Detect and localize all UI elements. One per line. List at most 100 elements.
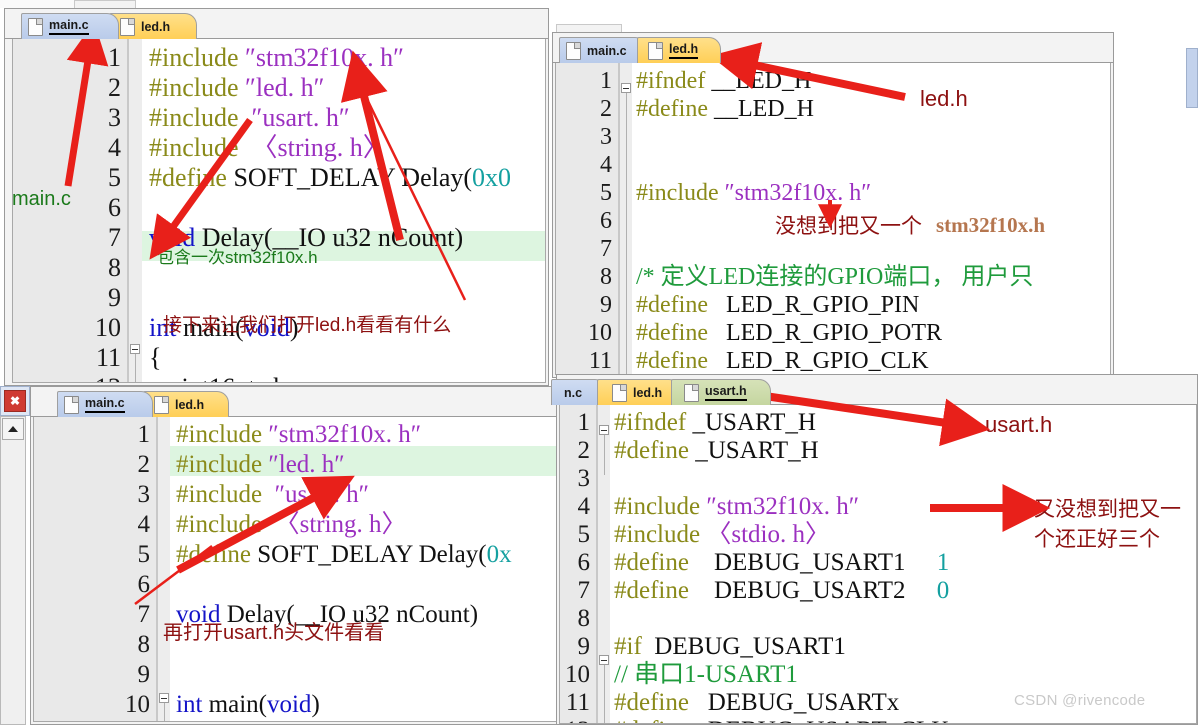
file-icon <box>28 17 43 36</box>
fold-toggle-icon-2[interactable] <box>599 655 609 665</box>
fold-toggle-icon-1[interactable] <box>599 425 609 435</box>
code-token: #define <box>614 717 708 723</box>
tabbar-led-h: main.c led.h <box>553 33 1113 63</box>
line-number: 5 <box>577 521 591 548</box>
close-icon[interactable]: ✖ <box>4 390 26 412</box>
tab-led-h[interactable]: led.h <box>143 391 229 417</box>
code-token: 〈string. h〉 <box>274 511 407 538</box>
code-token: LED_R_GPIO_PIN <box>725 292 920 318</box>
tab-main-c[interactable]: main.c <box>21 13 119 39</box>
line-number: 6 <box>137 571 151 598</box>
code-token: LED_R_GPIO_POTR <box>725 320 942 346</box>
code-token: ″stm32f10x. h″ <box>724 180 872 206</box>
code-token: __LED_H <box>713 96 814 122</box>
code-token: #include <box>636 180 725 206</box>
code-token: int <box>176 691 203 718</box>
fold-toggle-icon[interactable] <box>159 693 169 703</box>
code-token: #ifndef <box>614 409 693 436</box>
fold-toggle-icon[interactable] <box>621 83 631 93</box>
annotation-include-once: 包含一次stm32f10x.h <box>157 248 318 267</box>
code-line: #include ″led. h″ <box>176 450 345 480</box>
triangle-up-icon <box>8 426 18 432</box>
code-token: uint16_t ch; <box>149 373 294 382</box>
line-number: 4 <box>577 493 591 520</box>
tabbar-main-c-top: main.c led.h <box>5 9 548 39</box>
code-token: DEBUG_USART1 <box>713 549 906 576</box>
file-icon <box>64 395 79 414</box>
file-icon <box>684 383 699 402</box>
tab-led-h[interactable]: led.h <box>109 13 197 39</box>
tab-label: main.c <box>85 396 125 413</box>
line-number: 10 <box>565 661 590 688</box>
code-token: ″stm32f10x. h″ <box>268 421 422 448</box>
tab-label: led.h <box>669 42 699 59</box>
scroll-up-button[interactable] <box>2 418 24 440</box>
line-number: 9 <box>137 661 151 688</box>
tab-main-c[interactable]: main.c <box>559 37 647 63</box>
code-token: LED_R_GPIO_CLK <box>725 348 929 374</box>
code-token: #define <box>614 689 708 716</box>
code-line: #define _USART_H <box>614 437 819 465</box>
annotation-led-h-label: led.h <box>920 86 968 111</box>
line-number: 3 <box>137 481 151 508</box>
scrollbar-thumb-sliver[interactable] <box>1186 48 1198 108</box>
line-number: 3 <box>577 465 591 492</box>
line-number: 5 <box>600 180 612 206</box>
annotation-unexpected-stm32-filename: stm32f10x.h <box>936 213 1046 237</box>
code-token: #include <box>149 73 246 102</box>
code-line: #ifndef __LED_H <box>636 67 811 95</box>
line-number: 8 <box>137 631 151 658</box>
code-token: #define <box>614 437 696 464</box>
code-token: ) <box>311 691 320 718</box>
line-number: 8 <box>600 264 612 290</box>
code-token: ″usart. h″ <box>251 103 350 132</box>
code-line: // 串口1-USART1 <box>614 661 798 689</box>
fold-guide-line-2 <box>604 665 605 723</box>
code-token: { <box>149 343 162 372</box>
code-area-main-c-bottom[interactable]: #include ″stm32f10x. h″ #include ″led. h″… <box>33 417 560 722</box>
code-line: { <box>176 720 188 721</box>
line-number: 3 <box>600 124 612 150</box>
tab-label: main.c <box>49 18 89 35</box>
tab-label: led.h <box>633 385 663 400</box>
code-token: #define <box>614 577 714 604</box>
code-token: #include <box>149 103 252 132</box>
code-text: #ifndef _USART_H #define _USART_H #include… <box>560 405 1196 723</box>
editor-window-led-h: main.c led.h #ifndef __LED_H #define __LE… <box>552 32 1114 378</box>
code-area-usart-h[interactable]: #ifndef _USART_H #define _USART_H #include… <box>559 405 1197 724</box>
code-line: #include ″stm32f10x. h″ <box>149 43 404 73</box>
code-line: #include 〈string. h〉 <box>176 510 407 540</box>
line-number: 4 <box>137 511 151 538</box>
code-token: 1 <box>905 549 950 576</box>
file-icon <box>154 395 169 414</box>
code-line: { <box>149 343 161 373</box>
code-token: 〈string. h〉 <box>251 133 389 162</box>
line-number: 5 <box>137 541 151 568</box>
vertical-scrollbar-left[interactable] <box>0 416 26 725</box>
tab-usart-h[interactable]: usart.h <box>671 379 771 405</box>
code-line: #define DEBUG_USART1 1 <box>614 549 949 577</box>
line-number: 10 <box>125 691 150 718</box>
line-number: 1 <box>137 421 151 448</box>
code-token: /* 定义LED连接的GPIO端口， 用户只 <box>636 264 1034 290</box>
code-token: DEBUG_USART_CLK <box>708 717 950 723</box>
tab-led-h[interactable]: led.h <box>637 37 721 63</box>
line-number: 11 <box>95 343 121 372</box>
line-number: 2 <box>137 451 151 478</box>
code-line: #include ″led. h″ <box>149 73 324 103</box>
fold-toggle-icon[interactable] <box>130 344 140 354</box>
code-token: ″led. h″ <box>245 73 325 102</box>
line-number: 10 <box>588 320 612 346</box>
file-icon <box>120 17 135 36</box>
code-token: DEBUG_USART2 <box>713 577 906 604</box>
line-number: 11 <box>565 689 590 716</box>
code-line: #include ″stm32f10x. h″ <box>614 493 859 521</box>
tab-led-h[interactable]: led.h <box>597 379 681 405</box>
tab-main-c[interactable]: main.c <box>57 391 153 417</box>
code-token: ″stm32f10x. h″ <box>245 43 404 72</box>
code-line: #define SOFT_DELAY Delay(0x0 <box>149 163 511 193</box>
file-icon <box>612 383 627 402</box>
code-line: /* 定义LED连接的GPIO端口， 用户只 <box>636 263 1033 291</box>
code-token: #include <box>614 493 707 520</box>
line-number: 1 <box>600 68 612 94</box>
